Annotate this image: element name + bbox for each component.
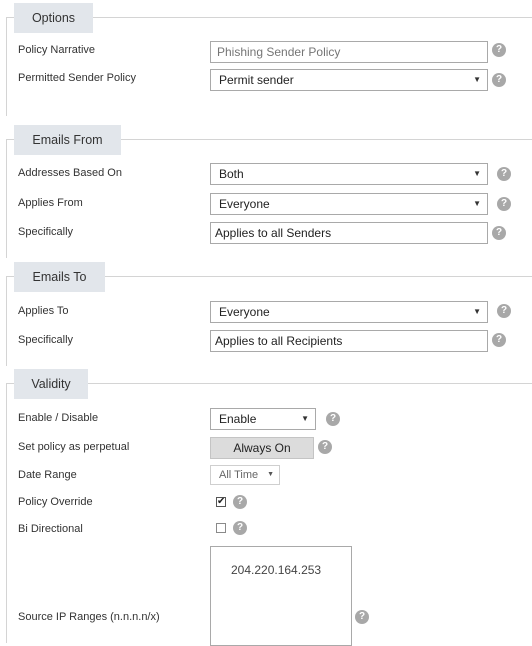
specifically-from-label: Specifically <box>18 226 74 238</box>
specifically-to-label: Specifically <box>18 334 74 346</box>
dropdown-arrow-icon: ▼ <box>473 307 481 316</box>
permitted-sender-policy-select[interactable]: Permit sender ▼ <box>210 69 488 91</box>
help-icon[interactable]: ? <box>326 412 340 426</box>
policy-override-checkbox[interactable]: ✔ <box>216 497 226 507</box>
dropdown-arrow-icon: ▼ <box>301 414 309 423</box>
dropdown-arrow-icon: ▼ <box>473 169 481 178</box>
help-icon[interactable]: ? <box>355 610 369 624</box>
addresses-based-on-value: Both <box>219 167 244 181</box>
policy-narrative-input[interactable] <box>210 41 488 63</box>
source-ip-textarea[interactable]: 204.220.164.253 <box>210 546 352 646</box>
dropdown-arrow-icon: ▼ <box>473 199 481 208</box>
applies-from-label: Applies From <box>18 197 83 209</box>
help-icon[interactable]: ? <box>497 197 511 211</box>
help-icon[interactable]: ? <box>492 43 506 57</box>
enable-disable-label: Enable / Disable <box>18 412 99 424</box>
help-icon[interactable]: ? <box>318 440 332 454</box>
help-icon[interactable]: ? <box>233 521 247 535</box>
policy-narrative-label: Policy Narrative <box>18 44 96 56</box>
permitted-sender-policy-value: Permit sender <box>219 73 294 87</box>
date-range-label: Date Range <box>18 469 77 481</box>
help-icon[interactable]: ? <box>492 226 506 240</box>
emails-to-header: Emails To <box>14 262 105 292</box>
options-header: Options <box>14 3 93 33</box>
applies-to-value: Everyone <box>219 305 270 319</box>
policy-override-label: Policy Override <box>18 496 93 508</box>
source-ip-label: Source IP Ranges (n.n.n.n/x) <box>18 611 160 623</box>
specifically-to-field[interactable]: Applies to all Recipients <box>210 330 488 352</box>
source-ip-value: 204.220.164.253 <box>231 563 322 577</box>
help-icon[interactable]: ? <box>497 304 511 318</box>
perpetual-label: Set policy as perpetual <box>18 441 130 453</box>
enable-disable-select[interactable]: Enable ▼ <box>210 408 316 430</box>
always-on-button[interactable]: Always On <box>210 437 314 459</box>
permitted-sender-policy-label: Permitted Sender Policy <box>18 72 136 84</box>
date-range-dropdown[interactable]: All Time ▼ <box>210 465 280 485</box>
applies-to-label: Applies To <box>18 305 69 317</box>
help-icon[interactable]: ? <box>492 333 506 347</box>
checkmark-icon: ✔ <box>217 496 226 507</box>
help-icon[interactable]: ? <box>233 495 247 509</box>
help-icon[interactable]: ? <box>497 167 511 181</box>
emails-from-header: Emails From <box>14 125 121 155</box>
help-icon[interactable]: ? <box>492 73 506 87</box>
caret-down-icon: ▼ <box>267 471 274 478</box>
dropdown-arrow-icon: ▼ <box>473 75 481 84</box>
bi-directional-checkbox[interactable] <box>216 523 226 533</box>
applies-to-select[interactable]: Everyone ▼ <box>210 301 488 323</box>
enable-disable-value: Enable <box>219 412 257 426</box>
applies-from-value: Everyone <box>219 197 270 211</box>
bi-directional-label: Bi Directional <box>18 523 83 535</box>
addresses-based-on-label: Addresses Based On <box>18 167 122 179</box>
addresses-based-on-select[interactable]: Both ▼ <box>210 163 488 185</box>
applies-from-select[interactable]: Everyone ▼ <box>210 193 488 215</box>
validity-header: Validity <box>14 369 88 399</box>
date-range-value: All Time <box>219 469 259 481</box>
specifically-from-field[interactable]: Applies to all Senders <box>210 222 488 244</box>
